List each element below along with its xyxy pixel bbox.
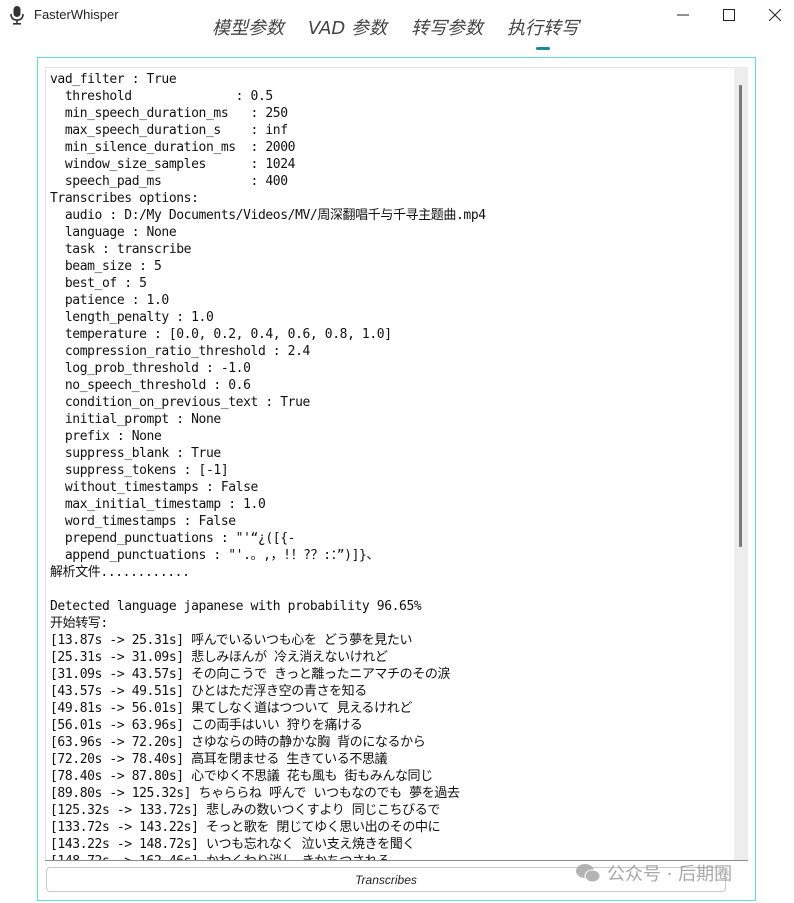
console-line: Transcribes options: — [50, 191, 199, 206]
console-line: [63.96s -> 72.20s] さゆならの時の静かな胸 背のになるから — [50, 735, 426, 750]
console-line: [89.80s -> 125.32s] ちゃららね 呼んで いつもなのでも 夢を… — [50, 786, 460, 801]
console-line: window_size_samples : 1024 — [50, 157, 296, 172]
console-line: patience : 1.0 — [50, 293, 169, 308]
console-line: temperature : [0.0, 0.2, 0.4, 0.6, 0.8, … — [50, 327, 392, 342]
minimize-icon — [677, 14, 689, 16]
close-icon — [769, 9, 781, 21]
console-line: 开始转写: — [50, 616, 108, 631]
console-line: max_initial_timestamp : 1.0 — [50, 497, 266, 512]
console-line: vad_filter : True — [50, 72, 177, 87]
console-line: beam_size : 5 — [50, 259, 162, 274]
console-line: [25.31s -> 31.09s] 悲しみほんが 冷え消えないけれど — [50, 650, 388, 665]
console-line: [133.72s -> 143.22s] そっと歌を 閉じてゆく思い出のその中に — [50, 820, 441, 835]
wechat-icon — [576, 864, 601, 883]
tab-transcribe-params[interactable]: 转写参数 — [399, 16, 495, 46]
console-line: length_penalty : 1.0 — [50, 310, 214, 325]
scrollbar-thumb[interactable] — [739, 85, 742, 547]
console-line: [56.01s -> 63.96s] この両手はいい 狩りを痛ける — [50, 718, 363, 733]
window-title: FasterWhisper — [34, 7, 119, 22]
console-line: no_speech_threshold : 0.6 — [50, 378, 251, 393]
tab-vad-params[interactable]: VAD 参数 — [296, 16, 399, 46]
console-line: [72.20s -> 78.40s] 高耳を閉ませる 生きている不思議 — [50, 752, 388, 767]
console-line: condition_on_previous_text : True — [50, 395, 310, 410]
microphone-icon — [10, 6, 24, 25]
watermark-text: 公众号 · 后期圈 — [607, 864, 733, 885]
console-line: without_timestamps : False — [50, 480, 259, 495]
console-text: vad_filter : True threshold : 0.5 min_sp… — [50, 71, 730, 860]
output-console[interactable]: vad_filter : True threshold : 0.5 min_sp… — [45, 67, 748, 861]
console-line: language : None — [50, 225, 177, 240]
console-line: log_prob_threshold : -1.0 — [50, 361, 251, 376]
console-line: [31.09s -> 43.57s] その向こうで きっと離ったニアマチのその涙 — [50, 667, 451, 682]
console-line: initial_prompt : None — [50, 412, 221, 427]
tab-run-transcribe[interactable]: 执行转写 — [495, 16, 591, 50]
console-line: max_speech_duration_s : inf — [50, 123, 288, 138]
console-scrollbar[interactable] — [734, 67, 748, 861]
console-line: speech_pad_ms : 400 — [50, 174, 288, 189]
console-line: suppress_blank : True — [50, 446, 221, 461]
console-line: [143.22s -> 148.72s] いつも忘れなく 泣い支え焼きを聞く — [50, 837, 415, 852]
console-line: compression_ratio_threshold : 2.4 — [50, 344, 310, 359]
watermark: 公众号 · 后期圈 — [575, 860, 732, 886]
console-line: append_punctuations : "'.。,，!！?？:：”)]}、 — [50, 548, 380, 563]
minimize-button[interactable] — [660, 2, 706, 28]
close-button[interactable] — [752, 2, 794, 28]
console-line: threshold : 0.5 — [50, 89, 273, 104]
console-line: suppress_tokens : [-1] — [50, 463, 229, 478]
console-line: task : transcribe — [50, 242, 192, 257]
console-line: word_timestamps : False — [50, 514, 236, 529]
console-line: min_silence_duration_ms : 2000 — [50, 140, 296, 155]
console-line: [43.57s -> 49.51s] ひとはただ浮き空の青さを知る — [50, 684, 367, 699]
console-line: prefix : None — [50, 429, 162, 444]
console-line: [78.40s -> 87.80s] 心でゆく不思議 花も風も 街もみんな同じ — [50, 769, 433, 784]
console-line: best_of : 5 — [50, 276, 147, 291]
console-line: Detected language japanese with probabil… — [50, 599, 422, 614]
console-line: 解析文件............ — [50, 565, 190, 580]
maximize-button[interactable] — [706, 2, 752, 28]
console-line: prepend_punctuations : "'“¿([{- — [50, 531, 296, 546]
tab-model-params[interactable]: 模型参数 — [200, 16, 296, 46]
console-line: audio : D:/My Documents/Videos/MV/周深翻唱千与… — [50, 208, 486, 223]
console-line: [49.81s -> 56.01s] 果てしなく道はつついて 見えるけれど — [50, 701, 412, 716]
console-line: min_speech_duration_ms : 250 — [50, 106, 288, 121]
console-line: [125.32s -> 133.72s] 悲しみの数いつくすより 同じこちびるで — [50, 803, 440, 818]
console-line: [13.87s -> 25.31s] 呼んでいるいつも心を どう夢を見たい — [50, 633, 413, 648]
maximize-icon — [723, 9, 735, 21]
tab-bar: 模型参数 VAD 参数 转写参数 执行转写 — [200, 16, 591, 52]
